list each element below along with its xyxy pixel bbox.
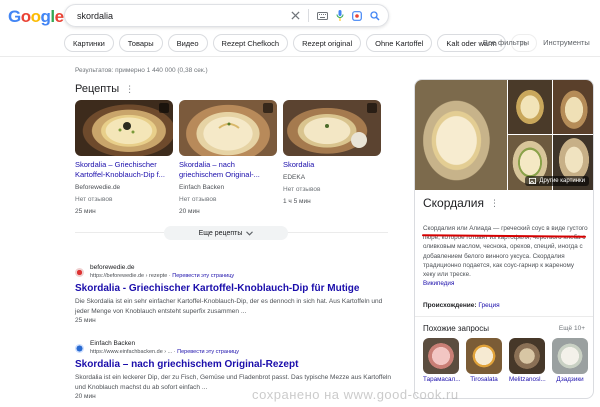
image-icon: [529, 178, 537, 184]
google-logo[interactable]: Google: [8, 7, 64, 27]
related-item[interactable]: Дзадзики: [552, 338, 588, 383]
related-image[interactable]: [423, 338, 459, 374]
result-snippet: Die Skordalia ist ein sehr einfacher Kar…: [75, 298, 383, 315]
search-divider: [308, 9, 309, 22]
site-favicon-icon: [75, 267, 84, 277]
chevron-down-icon: [246, 230, 254, 236]
clear-icon[interactable]: [291, 11, 300, 20]
related-label[interactable]: Tirosalata: [466, 376, 502, 383]
kp-image[interactable]: [553, 80, 593, 134]
result-url-text[interactable]: https://beforewedie.de › rezepte: [90, 273, 167, 279]
wikipedia-link[interactable]: Википедия: [423, 280, 454, 287]
kp-image[interactable]: [508, 80, 552, 134]
chip-images[interactable]: Картинки: [64, 34, 114, 52]
chip-rezept-original[interactable]: Rezept original: [293, 34, 362, 52]
kp-origin-link[interactable]: Греция: [478, 302, 499, 309]
bookmark-icon[interactable]: [263, 103, 273, 113]
microphone-icon[interactable]: [336, 10, 344, 21]
recipe-source: Einfach Backen: [179, 184, 225, 191]
tools-button[interactable]: Инструменты: [543, 38, 590, 47]
kp-title: Скордалия: [423, 196, 485, 210]
related-image[interactable]: [466, 338, 502, 374]
recipe-image[interactable]: [179, 100, 277, 156]
result-site-name[interactable]: beforewedie.de: [90, 264, 234, 272]
more-images-button[interactable]: Другие картинки: [525, 176, 589, 186]
search-result: beforewedie.de https://beforewedie.de › …: [75, 264, 395, 326]
bookmark-icon[interactable]: [159, 103, 169, 113]
related-image[interactable]: [552, 338, 588, 374]
recipe-reviews: Нет отзывов: [75, 196, 113, 203]
search-icon[interactable]: [370, 10, 380, 21]
result-url-text[interactable]: https://www.einfachbacken.de › ...: [90, 349, 172, 355]
recipes-heading: Рецепты ⋮: [75, 83, 134, 95]
recipe-time: 20 мин: [179, 208, 200, 215]
related-label[interactable]: Melitzanosl...: [509, 376, 546, 383]
result-time: 25 мин: [75, 317, 96, 324]
site-favicon-icon: [75, 343, 84, 353]
result-title[interactable]: Skordalia - Griechischer Kartoffel-Knobl…: [75, 283, 395, 294]
recipe-card[interactable]: Skordalia – nach griechischem Original-.…: [179, 100, 277, 215]
more-recipes-button[interactable]: Еще рецепты: [164, 226, 288, 240]
kp-origin: Происхождение: Греция: [423, 302, 500, 309]
search-box[interactable]: [64, 4, 389, 27]
related-item[interactable]: Melitzanosl...: [509, 338, 546, 383]
chip-rezept-chefkoch[interactable]: Rezept Chefkoch: [212, 34, 289, 52]
recipe-card[interactable]: Skordalia EDEKA Нет отзывов 1 ч 5 мин: [283, 100, 381, 205]
related-searches-title: Похожие запросы: [423, 324, 489, 333]
more-images-label: Другие картинки: [539, 178, 585, 184]
result-stats: Результатов: примерно 1 440 000 (0,38 се…: [75, 67, 208, 74]
recipe-image[interactable]: [75, 100, 173, 156]
header-divider: [0, 56, 600, 57]
result-title[interactable]: Skordalia – nach griechischem Original-R…: [75, 359, 395, 370]
watermark: сохранено на www.good-cook.ru: [252, 387, 459, 402]
result-url[interactable]: https://www.einfachbacken.de › ... · Пер…: [90, 348, 239, 356]
kp-divider: [415, 316, 593, 317]
filter-chips: Картинки Товары Видео Rezept Chefkoch Re…: [64, 34, 537, 52]
recipe-name[interactable]: Skordalia – Griechischer Kartoffel-Knobl…: [75, 160, 173, 180]
recipe-source: EDEKA: [283, 174, 306, 181]
knowledge-panel: Другие картинки Скордалия ⋮ Скордалия ил…: [414, 79, 594, 399]
recipe-name[interactable]: Skordalia: [283, 160, 381, 170]
chip-ohne-kartoffel[interactable]: Ohne Kartoffel: [366, 34, 433, 52]
more-options-icon[interactable]: ⋮: [490, 198, 499, 209]
recipes-title: Рецепты: [75, 83, 120, 95]
translate-link[interactable]: Перевести эту страницу: [177, 349, 239, 355]
bookmark-icon[interactable]: [367, 103, 377, 113]
related-label[interactable]: Тарамасал...: [423, 376, 460, 383]
related-label[interactable]: Дзадзики: [552, 376, 588, 383]
chip-shopping[interactable]: Товары: [118, 34, 163, 52]
recipe-card[interactable]: Skordalia – Griechischer Kartoffel-Knobl…: [75, 100, 173, 215]
more-options-icon[interactable]: ⋮: [125, 84, 134, 95]
recipe-image[interactable]: [283, 100, 381, 156]
result-url[interactable]: https://beforewedie.de › rezepte · Перев…: [90, 272, 234, 280]
kp-heading: Скордалия ⋮: [423, 196, 499, 210]
recipe-reviews: Нет отзывов: [283, 186, 321, 193]
recipe-time: 1 ч 5 мин: [283, 198, 311, 205]
all-filters-button[interactable]: Все фильтры: [483, 38, 529, 47]
recipe-time: 25 мин: [75, 208, 96, 215]
chip-videos[interactable]: Видео: [167, 34, 208, 52]
related-item[interactable]: Тарамасал...: [423, 338, 460, 383]
recipe-reviews: Нет отзывов: [179, 196, 217, 203]
translate-link[interactable]: Перевести эту страницу: [172, 273, 234, 279]
related-more-link[interactable]: Ещё 10+: [559, 325, 585, 332]
recipe-source: Beforewedie.de: [75, 184, 121, 191]
kp-description-text: Скордалия или Алиада — греческий соус в …: [423, 225, 588, 279]
recipe-name[interactable]: Skordalia – nach griechischem Original-.…: [179, 160, 277, 180]
lens-icon[interactable]: [352, 10, 362, 21]
kp-image-grid: Другие картинки: [415, 80, 593, 190]
result-site-name[interactable]: Einfach Backen: [90, 340, 239, 348]
more-recipes-label: Еще рецепты: [198, 229, 243, 237]
kp-origin-label: Происхождение:: [423, 302, 477, 309]
keyboard-icon[interactable]: [317, 11, 328, 20]
related-item[interactable]: Tirosalata: [466, 338, 502, 383]
search-input[interactable]: [77, 10, 291, 21]
kp-image[interactable]: [415, 80, 507, 190]
related-image[interactable]: [509, 338, 545, 374]
